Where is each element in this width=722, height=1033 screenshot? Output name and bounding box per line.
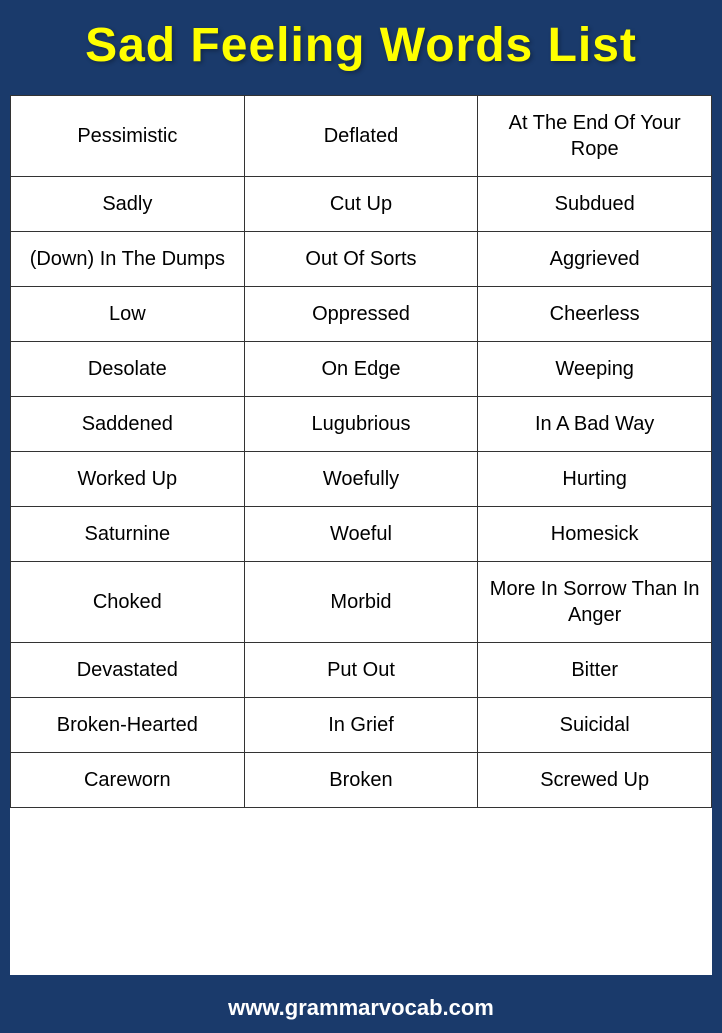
table-row: (Down) In The DumpsOut Of SortsAggrieved xyxy=(11,232,712,287)
table-row: SaturnineWoefulHomesick xyxy=(11,507,712,562)
cell-1-2: Subdued xyxy=(478,177,712,232)
cell-5-2: In A Bad Way xyxy=(478,397,712,452)
table-row: CarewornBrokenScrewed Up xyxy=(11,753,712,808)
cell-6-2: Hurting xyxy=(478,452,712,507)
cell-2-1: Out Of Sorts xyxy=(244,232,478,287)
page-footer: www.grammarvocab.com xyxy=(0,983,722,1033)
cell-6-0: Worked Up xyxy=(11,452,245,507)
cell-9-1: Put Out xyxy=(244,643,478,698)
page-title: Sad Feeling Words List xyxy=(20,18,702,73)
table-row: ChokedMorbidMore In Sorrow Than In Anger xyxy=(11,562,712,643)
cell-9-2: Bitter xyxy=(478,643,712,698)
table-row: SaddenedLugubriousIn A Bad Way xyxy=(11,397,712,452)
cell-8-2: More In Sorrow Than In Anger xyxy=(478,562,712,643)
words-table: PessimisticDeflatedAt The End Of Your Ro… xyxy=(10,95,712,808)
table-row: SadlyCut UpSubdued xyxy=(11,177,712,232)
cell-1-0: Sadly xyxy=(11,177,245,232)
table-row: Worked UpWoefullyHurting xyxy=(11,452,712,507)
table-row: DevastatedPut OutBitter xyxy=(11,643,712,698)
cell-9-0: Devastated xyxy=(11,643,245,698)
cell-10-2: Suicidal xyxy=(478,698,712,753)
cell-11-1: Broken xyxy=(244,753,478,808)
cell-8-0: Choked xyxy=(11,562,245,643)
cell-11-2: Screwed Up xyxy=(478,753,712,808)
table-row: LowOppressedCheerless xyxy=(11,287,712,342)
table-row: Broken-HeartedIn GriefSuicidal xyxy=(11,698,712,753)
cell-7-0: Saturnine xyxy=(11,507,245,562)
cell-7-1: Woeful xyxy=(244,507,478,562)
table-row: PessimisticDeflatedAt The End Of Your Ro… xyxy=(11,96,712,177)
cell-10-0: Broken-Hearted xyxy=(11,698,245,753)
cell-4-1: On Edge xyxy=(244,342,478,397)
cell-0-0: Pessimistic xyxy=(11,96,245,177)
table-container: PessimisticDeflatedAt The End Of Your Ro… xyxy=(10,95,712,975)
cell-4-0: Desolate xyxy=(11,342,245,397)
cell-2-2: Aggrieved xyxy=(478,232,712,287)
cell-3-1: Oppressed xyxy=(244,287,478,342)
cell-7-2: Homesick xyxy=(478,507,712,562)
cell-6-1: Woefully xyxy=(244,452,478,507)
cell-11-0: Careworn xyxy=(11,753,245,808)
cell-3-2: Cheerless xyxy=(478,287,712,342)
cell-5-0: Saddened xyxy=(11,397,245,452)
cell-0-2: At The End Of Your Rope xyxy=(478,96,712,177)
cell-3-0: Low xyxy=(11,287,245,342)
table-row: DesolateOn EdgeWeeping xyxy=(11,342,712,397)
cell-0-1: Deflated xyxy=(244,96,478,177)
cell-5-1: Lugubrious xyxy=(244,397,478,452)
cell-1-1: Cut Up xyxy=(244,177,478,232)
page-header: Sad Feeling Words List xyxy=(0,0,722,87)
cell-2-0: (Down) In The Dumps xyxy=(11,232,245,287)
cell-8-1: Morbid xyxy=(244,562,478,643)
footer-url: www.grammarvocab.com xyxy=(228,995,494,1020)
cell-10-1: In Grief xyxy=(244,698,478,753)
cell-4-2: Weeping xyxy=(478,342,712,397)
